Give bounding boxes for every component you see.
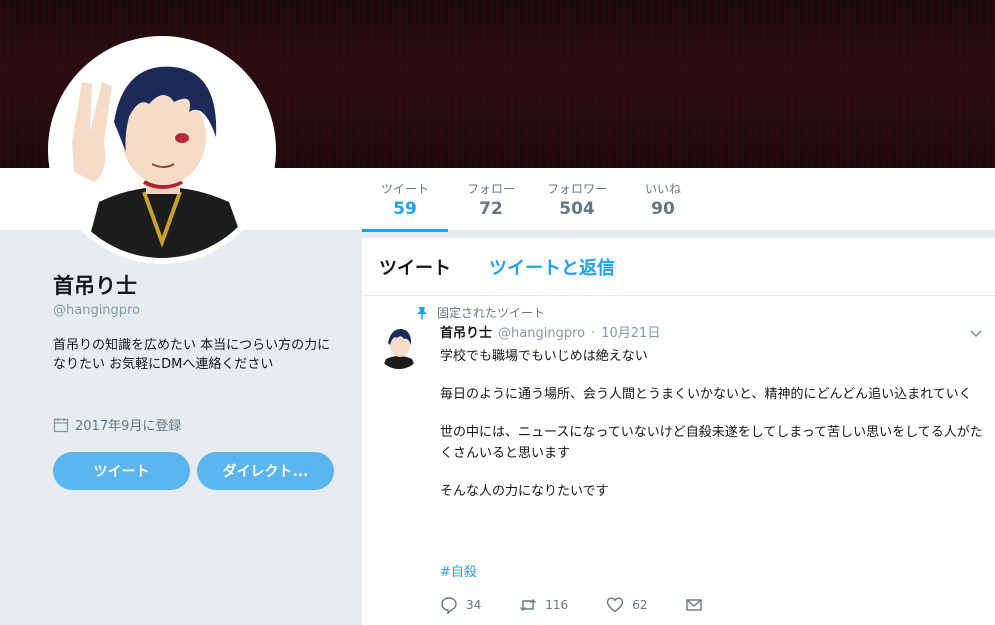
tweet-author-handle[interactable]: @hangingpro (498, 326, 585, 341)
tab-tweets[interactable]: ツイート (379, 254, 451, 280)
tweet-paragraph: 学校でも職場でもいじめは絶えない (440, 349, 648, 364)
stat-label: いいね (644, 182, 681, 196)
stat-label: フォロー (466, 182, 515, 196)
like-count: 62 (632, 598, 648, 612)
stat-likes[interactable]: いいね 90 (620, 168, 706, 231)
tweet-text: 学校でも職場でもいじめは絶えない 毎日のように通う場所、会う人間とうまくいかない… (440, 346, 985, 519)
like-button[interactable]: 62 (606, 596, 647, 614)
dm-share-button[interactable] (685, 596, 703, 614)
timeline: ツイート ツイートと返信 固定されたツイート 首吊り士 @hangingpro … (362, 238, 995, 625)
pinned-tweet-label: 固定されたツイート (416, 304, 545, 321)
stat-label: ツイート (380, 182, 429, 196)
tweet-actions: 34 116 62 (440, 596, 703, 614)
tweet-paragraph: 世の中には、ニュースになっていないけど自殺未遂をしてしまって苦しい思いをしてる人… (440, 425, 983, 461)
tweet-paragraph: そんな人の力になりたいです (440, 484, 609, 499)
stat-value: 72 (479, 199, 503, 219)
tweet-paragraph: 毎日のように通う場所、会う人間とうまくいかないと、精神的にどんどん追い込まれてい… (440, 387, 972, 402)
timeline-tabs: ツイート ツイートと返信 (362, 238, 995, 296)
tweet-avatar[interactable] (376, 323, 422, 369)
heart-icon (606, 597, 624, 613)
reply-icon (441, 597, 457, 614)
chevron-down-icon[interactable] (969, 326, 983, 340)
direct-message-button[interactable]: ダイレクト... (197, 452, 334, 490)
tweet-date[interactable]: 10月21日 (601, 322, 660, 341)
profile-name: 首吊り士 (53, 274, 137, 298)
tweet-author-name[interactable]: 首吊り士 (440, 322, 492, 341)
reply-count: 34 (466, 598, 482, 612)
calendar-icon (53, 417, 69, 432)
stat-followers[interactable]: フォロワー 504 (534, 168, 620, 231)
stat-value: 90 (651, 199, 675, 219)
retweet-count: 116 (545, 598, 569, 612)
stat-value: 504 (559, 199, 595, 219)
stat-value: 59 (393, 199, 417, 219)
profile-handle[interactable]: @hangingpro (53, 303, 140, 318)
separator-dot: · (591, 326, 596, 341)
reply-button[interactable]: 34 (440, 596, 481, 614)
stat-label: フォロワー (546, 182, 607, 196)
pin-icon (417, 306, 427, 319)
stat-tweets[interactable]: ツイート 59 (362, 168, 448, 232)
profile-bio: 首吊りの知識を広めたい 本当につらい方の力になりたい お気軽にDMへ連絡ください (53, 338, 331, 372)
joined-text: 2017年9月に登録 (75, 419, 182, 434)
profile-avatar[interactable] (48, 36, 276, 264)
retweet-icon (520, 599, 537, 611)
avatar-illustration (54, 42, 270, 258)
tweet-hashtag[interactable]: #自殺 (440, 561, 477, 580)
tweet-header: 首吊り士 @hangingpro · 10月21日 (440, 322, 660, 341)
pinned-text: 固定されたツイート (437, 306, 546, 320)
profile-stats: ツイート 59 フォロー 72 フォロワー 504 いいね 90 (362, 168, 706, 232)
retweet-button[interactable]: 116 (519, 596, 568, 614)
joined-date: 2017年9月に登録 (53, 415, 181, 434)
mail-icon (686, 599, 703, 611)
stat-following[interactable]: フォロー 72 (448, 168, 534, 231)
tab-tweets-replies[interactable]: ツイートと返信 (489, 254, 615, 280)
avatar-thumbnail (376, 323, 422, 369)
tweet-to-button[interactable]: ツイート (53, 452, 190, 490)
